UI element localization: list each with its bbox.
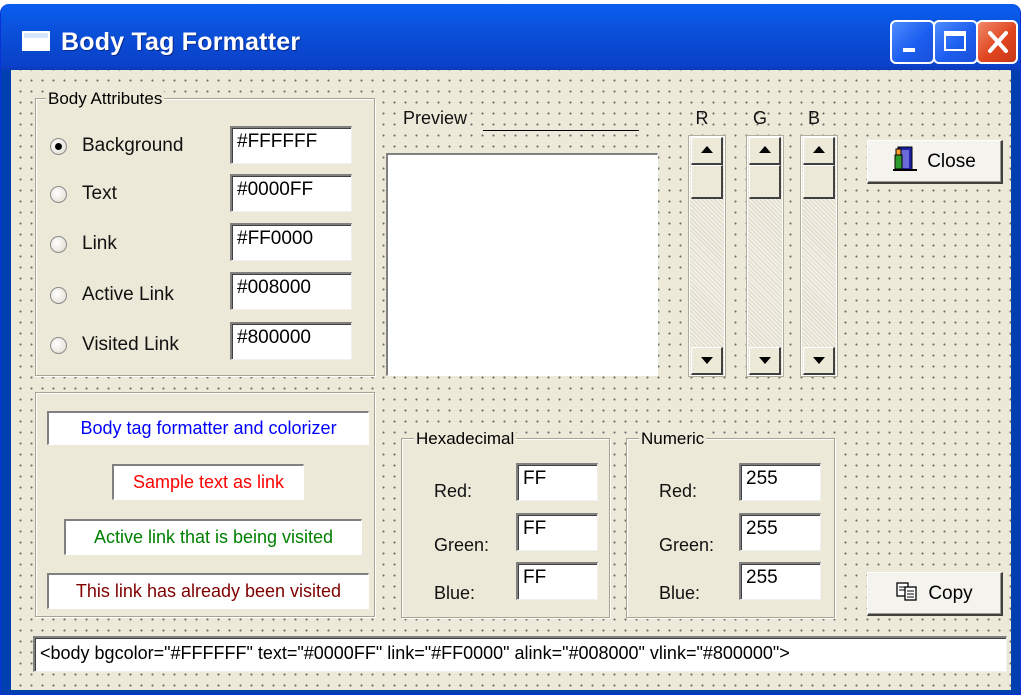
arrow-up-icon <box>813 146 825 153</box>
slider-r-label: R <box>695 108 709 128</box>
minimize-button[interactable] <box>890 20 935 64</box>
text-color-field[interactable]: #0000FF <box>230 174 352 212</box>
num-blue-label: Blue: <box>659 583 701 603</box>
radio-link-indicator[interactable] <box>50 235 67 253</box>
radio-active-link[interactable]: Active Link <box>50 280 174 310</box>
slider-g-up-button[interactable] <box>749 137 781 165</box>
close-button-label: Close <box>927 150 976 172</box>
window-title: Body Tag Formatter <box>61 28 301 56</box>
copy-button-label: Copy <box>928 582 973 604</box>
radio-visited-link[interactable]: Visited Link <box>50 330 179 360</box>
copy-icon <box>896 581 918 607</box>
sample-text-body: Body tag formatter and colorizer <box>47 411 369 445</box>
hex-blue-field[interactable]: FF <box>516 562 598 600</box>
slider-b[interactable] <box>800 135 838 377</box>
app-window: Body Tag Formatter Body Attributes Backg… <box>0 4 1021 695</box>
slider-b-down-button[interactable] <box>803 347 835 375</box>
hex-red-label: Red: <box>434 481 473 501</box>
num-red-field[interactable]: 255 <box>739 463 821 501</box>
slider-b-label: B <box>807 108 820 128</box>
radio-text[interactable]: Text <box>50 179 117 209</box>
radio-visited-link-label: Visited Link <box>82 334 179 355</box>
maximize-button[interactable] <box>933 20 978 64</box>
link-color-field[interactable]: #FF0000 <box>230 223 352 261</box>
hex-blue-label: Blue: <box>434 583 476 603</box>
sample-link-label: Sample text as link <box>132 472 285 492</box>
radio-background-label: Background <box>82 135 184 156</box>
window-close-button[interactable] <box>976 20 1018 64</box>
visited-link-color-field[interactable]: #800000 <box>230 322 352 360</box>
sample-link[interactable]: Sample text as link <box>112 464 304 500</box>
hexadecimal-title: Hexadecimal <box>414 429 517 449</box>
hex-green-field[interactable]: FF <box>516 513 598 551</box>
window-icon <box>22 31 50 51</box>
radio-background[interactable]: Background <box>50 131 183 161</box>
background-color-field[interactable]: #FFFFFF <box>230 126 352 164</box>
slider-b-up-button[interactable] <box>803 137 835 165</box>
hex-red-field[interactable]: FF <box>516 463 598 501</box>
sample-visited-link[interactable]: This link has already been visited <box>47 573 369 609</box>
minimize-icon <box>903 48 915 52</box>
sample-active-link[interactable]: Active link that is being visited <box>64 519 362 555</box>
title-bar[interactable]: Body Tag Formatter <box>1 4 1020 70</box>
maximize-icon <box>944 31 966 51</box>
body-attributes-title: Body Attributes <box>46 89 165 109</box>
radio-visited-link-indicator[interactable] <box>50 336 67 354</box>
slider-r-up-button[interactable] <box>691 137 723 165</box>
slider-g-down-button[interactable] <box>749 347 781 375</box>
slider-g-thumb[interactable] <box>749 165 781 199</box>
radio-link-label: Link <box>82 233 117 254</box>
body-tag-output-field[interactable]: <body bgcolor="#FFFFFF" text="#0000FF" l… <box>33 636 1007 672</box>
num-red-label: Red: <box>659 481 698 501</box>
door-exit-icon <box>893 146 918 178</box>
num-green-field[interactable]: 255 <box>739 513 821 551</box>
copy-button[interactable]: Copy <box>867 572 1003 616</box>
sample-visited-link-label: This link has already been visited <box>75 581 342 601</box>
slider-r[interactable] <box>688 135 726 377</box>
radio-link[interactable]: Link <box>50 229 117 259</box>
preview-underline <box>483 130 639 131</box>
radio-text-indicator[interactable] <box>50 185 67 203</box>
color-preview-box <box>386 153 658 376</box>
preview-label: Preview <box>401 108 470 129</box>
hex-green-label: Green: <box>434 535 490 555</box>
arrow-up-icon <box>701 146 713 153</box>
sample-text-body-label: Body tag formatter and colorizer <box>80 418 337 438</box>
arrow-down-icon <box>813 357 825 364</box>
sample-active-link-label: Active link that is being visited <box>93 527 334 547</box>
close-button[interactable]: Close <box>867 140 1003 184</box>
body-attributes-group: Body Attributes Background Text Link Act… <box>35 89 375 376</box>
arrow-up-icon <box>759 146 771 153</box>
arrow-down-icon <box>759 357 771 364</box>
slider-r-thumb[interactable] <box>691 165 723 199</box>
radio-active-link-label: Active Link <box>82 284 174 305</box>
numeric-group: Numeric Red: Green: Blue: 255 255 255 <box>626 429 835 618</box>
radio-active-link-indicator[interactable] <box>50 286 67 304</box>
numeric-title: Numeric <box>639 429 707 449</box>
slider-b-thumb[interactable] <box>803 165 835 199</box>
arrow-down-icon <box>701 357 713 364</box>
hexadecimal-group: Hexadecimal Red: Green: Blue: FF FF FF <box>401 429 610 618</box>
num-blue-field[interactable]: 255 <box>739 562 821 600</box>
slider-r-down-button[interactable] <box>691 347 723 375</box>
radio-text-label: Text <box>82 183 117 204</box>
close-icon <box>988 31 1008 53</box>
dialog-client: Body Attributes Background Text Link Act… <box>11 70 1011 690</box>
radio-background-indicator[interactable] <box>50 137 67 155</box>
slider-g[interactable] <box>746 135 784 377</box>
active-link-color-field[interactable]: #008000 <box>230 272 352 310</box>
slider-g-label: G <box>752 108 767 128</box>
samples-panel: Body tag formatter and colorizer Sample … <box>35 392 375 617</box>
num-green-label: Green: <box>659 535 715 555</box>
